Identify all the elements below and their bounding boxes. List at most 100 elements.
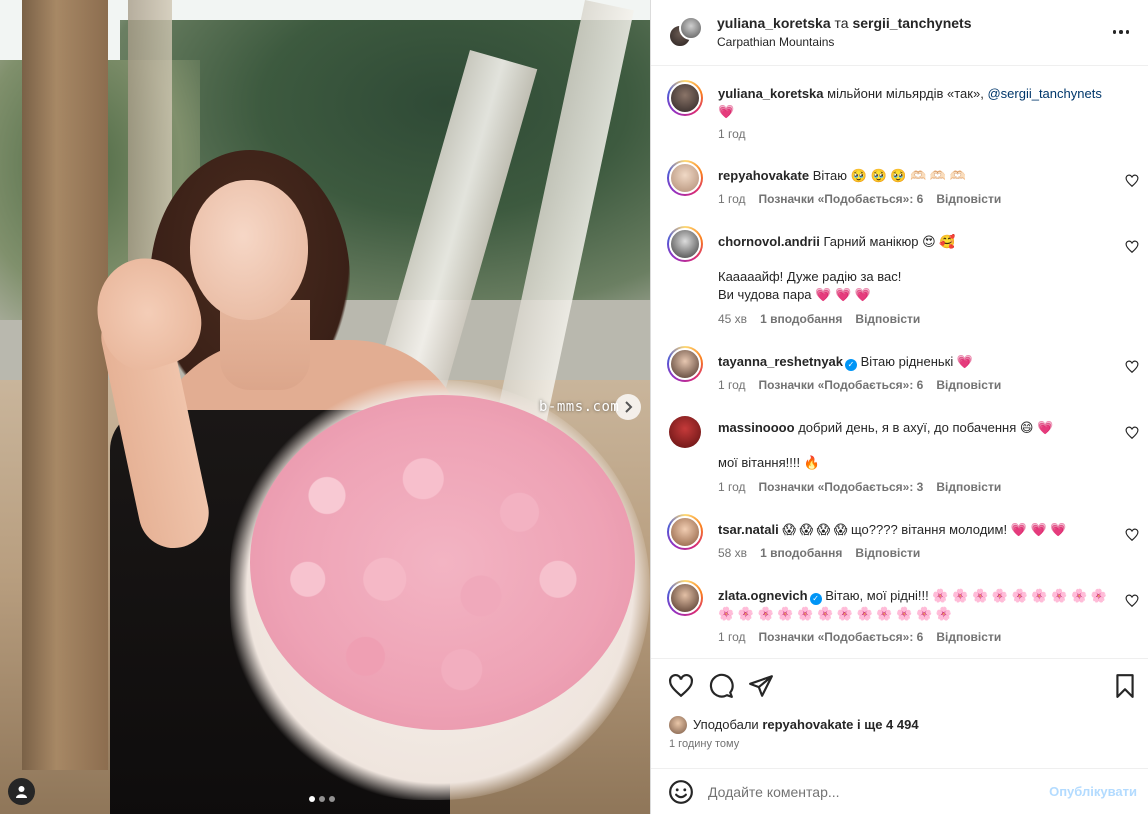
avatar[interactable] [667,514,703,550]
likes-user[interactable]: repyahovakate [762,717,853,732]
caption-mention[interactable]: @sergii_tanchynets [987,86,1101,101]
comment-meta: 1 год Позначки «Подобається»: 6 Відповіс… [718,630,1001,644]
location-link[interactable]: Carpathian Mountains [717,35,834,49]
comment-meta: 45 хв 1 вподобання Відповісти [718,312,920,326]
avatar[interactable] [669,416,701,448]
verified-badge-icon: ✓ [845,359,858,371]
comment-likes[interactable]: 1 вподобання [760,312,842,326]
comment-body: добрий день, я в ахуї, до побачення 😄 💗 [798,420,1054,435]
comment-text: tsar.natali 😱 😱 😱 😱 що???? вітання молод… [718,521,1108,539]
publish-button[interactable]: Опублікувати [1049,784,1137,799]
chevron-right-icon [625,401,633,413]
comment-text: chornovol.andrii Гарний манікюр 😍 🥰 [718,233,1108,251]
emoji-icon[interactable] [668,779,694,805]
heart-icon[interactable] [1125,360,1139,374]
author-link[interactable]: yuliana_koretska [717,15,831,31]
comment-meta: 1 год Позначки «Подобається»: 6 Відповіс… [718,378,1001,392]
comment-text: massinoooo добрий день, я в ахуї, до поб… [718,419,1108,437]
comment-body: Гарний манікюр 😍 🥰 [823,234,956,249]
comment-username[interactable]: massinoooo [718,420,795,435]
avatar[interactable] [669,716,687,734]
comment-username[interactable]: repyahovakate [718,168,809,183]
author-separator: та [834,15,849,31]
comment-body: 😱 😱 😱 😱 що???? вітання молодим! 💗 💗 💗 [782,522,1067,537]
post-actions: Уподобали repyahovakate і ще 4 494 1 год… [651,658,1148,768]
avatar[interactable] [667,226,703,262]
comment-username[interactable]: chornovol.andrii [718,234,820,249]
user-tags-button[interactable] [8,778,35,805]
comment-username[interactable]: zlata.ognevich [718,588,808,603]
heart-icon[interactable] [668,673,694,699]
post-authors: yuliana_koretska та sergii_tanchynets [717,15,972,31]
reply-button[interactable]: Відповісти [936,378,1001,392]
comment-likes[interactable]: Позначки «Подобається»: 6 [759,630,924,644]
author-link[interactable]: sergii_tanchynets [852,15,971,31]
caption-body: мільйони мільярдів «так», [827,86,984,101]
post-timestamp[interactable]: 1 годину тому [669,738,739,750]
comment-time[interactable]: 1 год [718,480,746,494]
comment-input[interactable] [708,781,1028,803]
comment-time[interactable]: 58 хв [718,546,747,560]
more-icon [1125,30,1130,34]
comment-time[interactable]: 1 год [718,630,746,644]
comment-likes[interactable]: Позначки «Подобається»: 3 [759,480,924,494]
likes-summary[interactable]: Уподобали repyahovakate і ще 4 494 [693,717,919,732]
caption: yuliana_koretska мільйони мільярдів «так… [651,78,1148,148]
heart-icon[interactable] [1125,426,1139,440]
comment-username[interactable]: tsar.natali [718,522,779,537]
heart-icon[interactable] [1125,528,1139,542]
user-tag-icon [16,786,27,798]
comment-body: Вітаю 🥹 🥹 🥹 🫶🏻 🫶🏻 🫶🏻 [812,168,966,183]
comment-username[interactable]: tayanna_reshetnyak [718,354,843,369]
comment-time[interactable]: 45 хв [718,312,747,326]
comment: tayanna_reshetnyak ✓ Вітаю рідненькі 💗 1 … [651,344,1148,402]
collab-avatars[interactable] [668,16,703,48]
comment-extra: Кааааайф! Дуже радію за вас! Ви чудова п… [718,269,902,302]
heart-icon[interactable] [1125,594,1139,608]
more-icon [1119,30,1123,34]
comment-likes[interactable]: 1 вподобання [760,546,842,560]
comment: chornovol.andrii Гарний манікюр 😍 🥰 Кааа… [651,224,1148,334]
carousel-dot [319,796,325,802]
more-icon [1112,30,1117,34]
carousel-dot [329,796,335,802]
comment-text: tayanna_reshetnyak ✓ Вітаю рідненькі 💗 [718,353,1108,371]
comment: zlata.ognevich ✓ Вітаю, мої рідні!!! 🌸 🌸 … [651,578,1148,650]
reply-button[interactable]: Відповісти [855,312,920,326]
heart-icon[interactable] [1125,174,1139,188]
caption-time[interactable]: 1 год [718,127,746,141]
comment-body: Вітаю рідненькі 💗 [860,354,974,369]
comment-composer: Опублікувати [651,768,1148,814]
comment-time[interactable]: 1 год [718,192,746,206]
comment-likes[interactable]: Позначки «Подобається»: 6 [759,192,924,206]
likes-prefix: Уподобали [693,717,759,732]
reply-button[interactable]: Відповісти [936,630,1001,644]
reply-button[interactable]: Відповісти [855,546,920,560]
share-icon[interactable] [748,673,774,699]
heart-icon[interactable] [1125,240,1139,254]
avatar[interactable] [667,346,703,382]
wooden-post [22,0,108,770]
woman-face [190,180,308,320]
watermark: b-mms.com [539,399,620,415]
caption-username[interactable]: yuliana_koretska [718,86,824,101]
likes-count[interactable]: і ще 4 494 [857,717,919,732]
comment-icon[interactable] [708,673,734,699]
comment: tsar.natali 😱 😱 😱 😱 що???? вітання молод… [651,512,1148,570]
more-options-button[interactable] [1111,22,1131,42]
next-slide-button[interactable] [615,394,641,420]
avatar[interactable] [667,160,703,196]
post-header: yuliana_koretska та sergii_tanchynets Ca… [651,0,1148,66]
comment-meta: 1 год Позначки «Подобається»: 6 Відповіс… [718,192,1001,206]
post-photo[interactable]: b-mms.com [0,0,650,814]
reply-button[interactable]: Відповісти [936,480,1001,494]
caption-emoji: 💗 [718,104,735,119]
comment-text: zlata.ognevich ✓ Вітаю, мої рідні!!! 🌸 🌸 … [718,587,1108,623]
comment-meta: 1 год Позначки «Подобається»: 3 Відповіс… [718,480,1001,494]
comment-time[interactable]: 1 год [718,378,746,392]
comment-likes[interactable]: Позначки «Подобається»: 6 [759,378,924,392]
reply-button[interactable]: Відповісти [936,192,1001,206]
bookmark-icon[interactable] [1112,673,1138,699]
avatar[interactable] [667,80,703,116]
avatar[interactable] [667,580,703,616]
